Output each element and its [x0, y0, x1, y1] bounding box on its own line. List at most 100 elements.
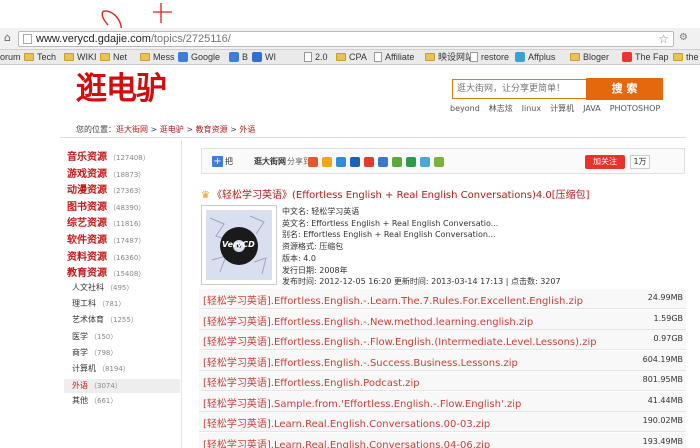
sidebar-subcategory[interactable]: 人文社科 （495） [72, 282, 133, 293]
file-link[interactable]: [轻松学习英语].Effortless.English.-.Learn.The.… [203, 292, 583, 307]
site-icon [178, 52, 188, 62]
bookmark-star-icon[interactable]: ☆ [658, 32, 669, 46]
file-row: [轻松学习英语].Effortless.English.-.New.method… [199, 309, 686, 330]
bookmark-label: WIKI [77, 52, 97, 62]
bookmark-label: 2.0 [315, 52, 328, 62]
share-more-icon[interactable] [434, 157, 444, 167]
file-link[interactable]: [轻松学习英语].Learn.Real.English.Conversation… [203, 436, 490, 448]
site-icon [252, 52, 262, 62]
sidebar-subcategory[interactable]: 艺术体育 （1255） [72, 314, 138, 325]
site-logo[interactable]: 逛电驴 [76, 70, 167, 108]
share-qzone-icon[interactable] [322, 157, 332, 167]
share-renren-icon[interactable] [350, 157, 360, 167]
share-site-name[interactable]: 逛大街网 [254, 156, 286, 167]
page-icon [23, 34, 32, 44]
file-size: 193.49MB [642, 436, 683, 446]
sidebar-category[interactable]: 图书资源 （48390） [67, 198, 145, 213]
wrench-icon[interactable]: ⚙ [679, 32, 691, 44]
sidebar-category[interactable]: 综艺资源 （11816） [67, 214, 145, 229]
home-icon[interactable]: ⌂ [4, 32, 16, 44]
bookmark-item[interactable]: Bloger [570, 51, 609, 63]
sidebar-category-count: （18873） [109, 170, 146, 179]
file-row: [轻松学习英语].Learn.Real.English.Conversation… [199, 412, 686, 432]
bookmarks-bar: orum Tech WIKI Net Mess Google B WI 2.0 CPA Affili… [0, 50, 700, 65]
bookmark-label: Net [113, 52, 128, 62]
folder-icon [673, 53, 683, 61]
sidebar-category-count: （27363） [109, 187, 146, 196]
bookmark-item[interactable]: Tech [24, 51, 56, 63]
sidebar-category[interactable]: 教育资源 （15408） [67, 264, 145, 279]
file-link[interactable]: [轻松学习英语].Effortless.English.-.New.method… [203, 313, 533, 328]
follow-button[interactable]: 加关注 [585, 155, 625, 169]
browser-address-bar: ⌂ www.verycd.gdajie.com/topics/2725116/ … [0, 28, 700, 50]
sidebar-category[interactable]: 音乐资源 （127408） [67, 148, 150, 163]
topic-info-line: 资源格式: 压缩包 [282, 242, 344, 252]
bookmark-label: Affplus [528, 52, 556, 62]
url-input[interactable]: www.verycd.gdajie.com/topics/2725116/ ☆ [18, 31, 674, 47]
bookmark-item[interactable]: Net [100, 51, 127, 63]
hot-word-link[interactable]: beyond [450, 104, 480, 113]
sidebar-subcategory[interactable]: 理工科 （781） [72, 298, 125, 309]
sidebar-subcategory-count: （781） [98, 300, 126, 309]
file-row: [轻松学习英语].Effortless.English.-.Success.Bu… [199, 350, 686, 371]
bookmark-item[interactable]: The Fap [622, 51, 669, 63]
share-tencent-icon[interactable] [378, 157, 388, 167]
bookmark-item[interactable]: Google [178, 51, 220, 63]
search-field[interactable] [452, 79, 587, 99]
sidebar-subcategory-count: （495） [106, 284, 134, 292]
sidebar-category[interactable]: 动漫资源 （27363） [67, 181, 145, 196]
sidebar-subcategory[interactable]: 商学 （798） [72, 347, 117, 358]
bookmark-label: B [242, 52, 249, 62]
sidebar-subcategory-label: 理工科 [72, 299, 96, 309]
share-weibo-icon[interactable] [308, 157, 318, 167]
bookmark-item[interactable]: 映设网站 [425, 51, 474, 63]
share-baidu-icon[interactable] [364, 157, 374, 167]
bookmark-item[interactable]: Mess [140, 51, 175, 63]
sidebar-category[interactable]: 资料资源 （16360） [67, 248, 145, 263]
bookmark-item[interactable]: WIKI [64, 51, 97, 63]
breadcrumb-link[interactable]: 教育资源 [196, 125, 228, 134]
sidebar-subcategory-label: 艺术体育 [72, 315, 104, 325]
sidebar-subcategory[interactable]: 医学 （150） [72, 331, 117, 342]
hot-word-link[interactable]: 计算机 [550, 104, 574, 113]
topic-info-line: 发布时间: 2012-12-05 16:20 更新时间: 2013-03-14 … [282, 277, 561, 287]
sidebar-subcategory[interactable]: 外语 （3074） [64, 379, 180, 394]
search-input[interactable] [453, 80, 586, 98]
hot-word-link[interactable]: JAVA [583, 104, 601, 113]
bookmark-item[interactable]: WI [252, 51, 276, 63]
site-icon [229, 52, 239, 62]
hot-word-link[interactable]: linux [522, 104, 541, 113]
sidebar-subcategory-label: 医学 [72, 331, 88, 341]
folder-icon [64, 53, 74, 61]
bookmark-item[interactable]: Affiliate [374, 51, 414, 63]
cover-image: VeryCD [201, 205, 277, 285]
share-kaixin-icon[interactable] [392, 157, 402, 167]
hot-word-link[interactable]: 林志炫 [489, 104, 513, 113]
sidebar-subcategory[interactable]: 其他 （661） [72, 395, 117, 406]
file-link[interactable]: [轻松学习英语].Effortless.English.-.Success.Bu… [203, 354, 518, 369]
bookmark-item[interactable]: CPA [336, 51, 367, 63]
bookmark-item[interactable]: restore [470, 51, 509, 63]
file-link[interactable]: [轻松学习英语].Effortless.English.-.Flow.Engli… [203, 333, 597, 348]
share-douban-icon[interactable] [406, 157, 416, 167]
bookmark-item[interactable]: orum [0, 51, 21, 63]
sidebar-subcategory[interactable]: 计算机 （8194） [72, 363, 130, 374]
share-sohu-icon[interactable] [420, 157, 430, 167]
bookmark-item[interactable]: the CP [673, 51, 700, 63]
breadcrumb-link[interactable]: 逛电驴 [160, 125, 184, 134]
breadcrumb-link[interactable]: 逛大街网 [116, 125, 148, 134]
file-link[interactable]: [轻松学习英语].Learn.Real.English.Conversation… [203, 415, 490, 430]
bookmark-item[interactable]: 2.0 [304, 51, 328, 63]
search-button[interactable]: 搜 索 [586, 78, 663, 100]
share-plus-icon[interactable]: + [212, 156, 223, 167]
bookmark-item[interactable]: Affplus [515, 51, 555, 63]
sidebar-category[interactable]: 软件资源 （17487） [67, 231, 145, 246]
breadcrumb-link[interactable]: 外语 [239, 125, 255, 134]
hot-word-link[interactable]: PHOTOSHOP [610, 104, 661, 113]
sidebar-category-label: 软件资源 [67, 235, 107, 246]
bookmark-item[interactable]: B [229, 51, 248, 63]
share-qq-icon[interactable] [336, 157, 346, 167]
file-link[interactable]: [轻松学习英语].Sample.from.'Effortless.English… [203, 395, 521, 410]
sidebar-category[interactable]: 游戏资源 （18873） [67, 165, 145, 180]
file-link[interactable]: [轻松学习英语].Effortless.English.Podcast.zip [203, 374, 420, 389]
